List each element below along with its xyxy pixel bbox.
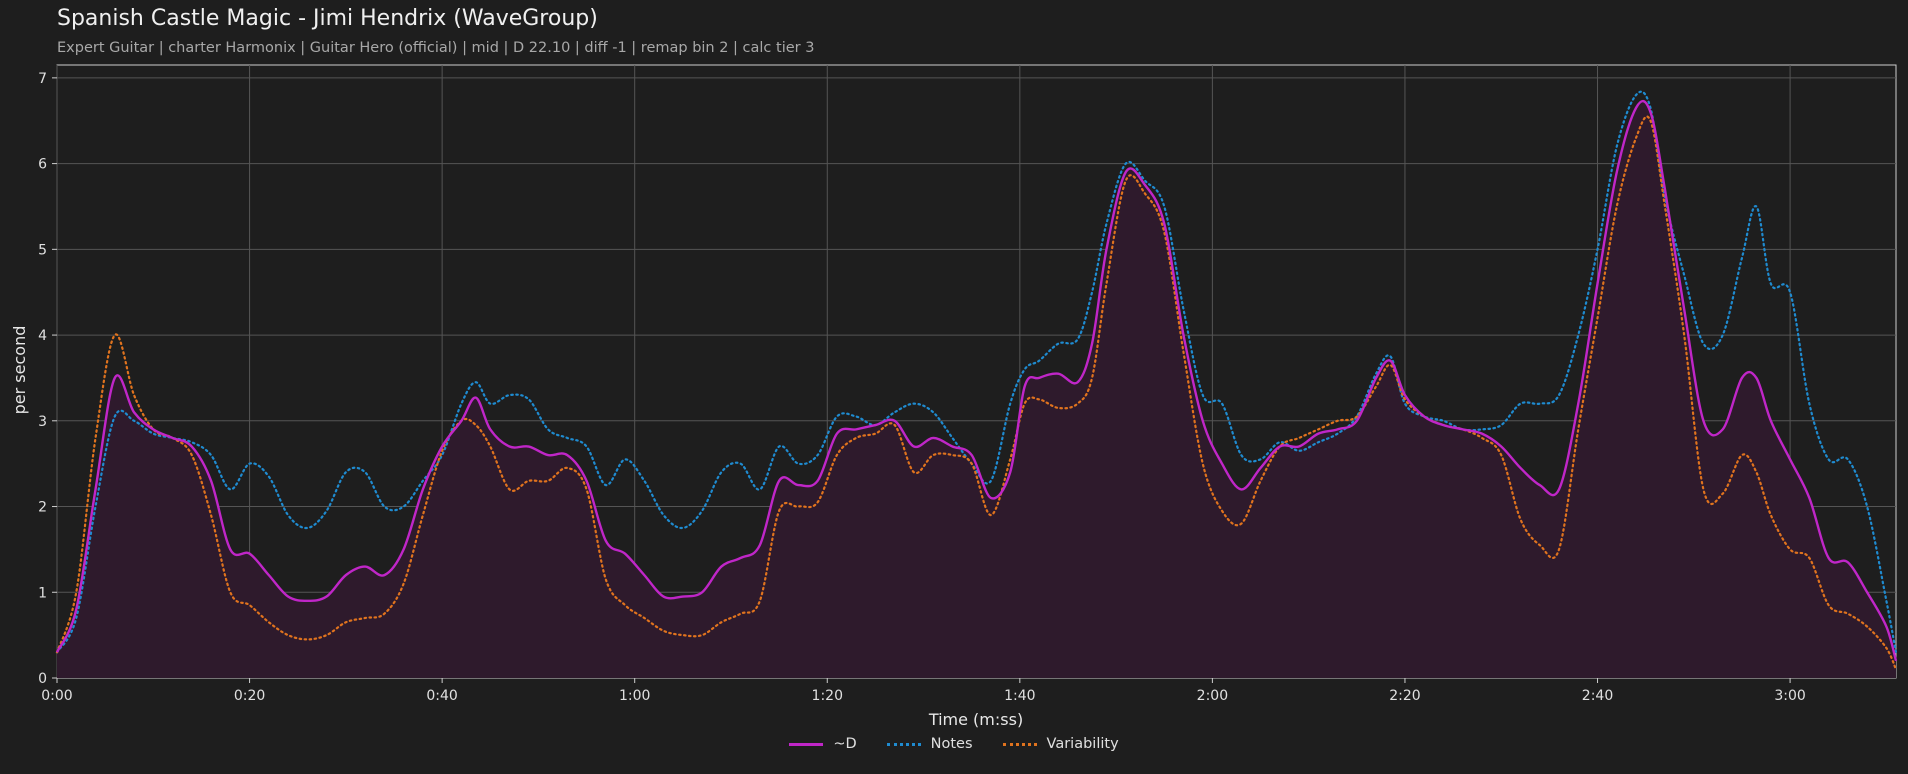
x-tick-label: 0:40 bbox=[426, 688, 457, 704]
legend-item-d[interactable]: ~D bbox=[789, 736, 857, 752]
y-tick-label: 4 bbox=[38, 328, 47, 344]
x-tick-label: 1:20 bbox=[812, 688, 843, 704]
y-tick-label: 3 bbox=[38, 414, 47, 430]
x-tick-label: 0:00 bbox=[41, 688, 72, 704]
y-tick-label: 7 bbox=[38, 71, 47, 87]
chart-canvas: 0:00 0:20 0:40 1:00 1:20 1:40 2:00 2:20 2:40 3:00… bbox=[10, 64, 1898, 729]
legend-label-notes: Notes bbox=[930, 736, 973, 752]
x-tick-label: 1:00 bbox=[619, 688, 650, 704]
x-axis-label: Time (m:ss) bbox=[928, 710, 1023, 729]
legend-swatch-notes bbox=[886, 742, 921, 746]
legend-swatch-d bbox=[789, 742, 824, 746]
x-tick-label: 2:40 bbox=[1582, 688, 1613, 704]
y-axis-label: per second bbox=[10, 326, 29, 415]
y-tick-label: 1 bbox=[38, 585, 47, 601]
legend-swatch-variability bbox=[1002, 742, 1037, 746]
y-tick-label: 5 bbox=[38, 242, 47, 258]
x-tick-label: 0:20 bbox=[234, 688, 265, 704]
y-tick-label: 0 bbox=[38, 671, 47, 687]
y-tick-label: 2 bbox=[38, 500, 47, 516]
legend-label-variability: Variability bbox=[1046, 736, 1119, 752]
y-tick-label: 6 bbox=[38, 157, 47, 173]
x-tick-label: 2:00 bbox=[1197, 688, 1228, 704]
chart-legend: ~D Notes Variability bbox=[0, 736, 1908, 752]
x-tick-label: 3:00 bbox=[1774, 688, 1805, 704]
legend-label-d: ~D bbox=[833, 736, 857, 752]
x-tick-label: 1:40 bbox=[1004, 688, 1035, 704]
x-tick-label: 2:20 bbox=[1389, 688, 1420, 704]
legend-item-variability[interactable]: Variability bbox=[1002, 736, 1119, 752]
legend-item-notes[interactable]: Notes bbox=[886, 736, 973, 752]
